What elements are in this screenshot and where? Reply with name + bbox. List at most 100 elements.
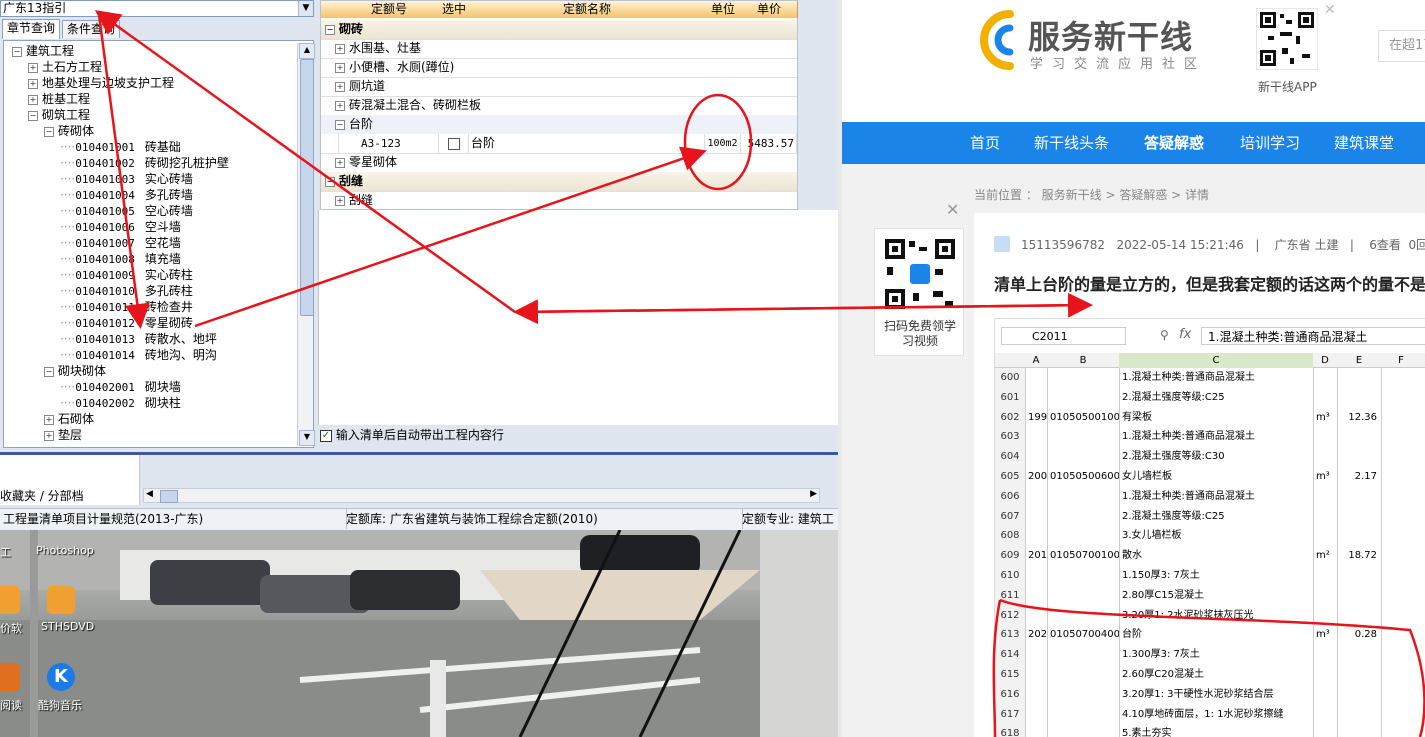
quota-group-row[interactable]: + 小便槽、水厕(蹲位) xyxy=(321,58,797,78)
tree-item[interactable]: − 砌块砌体 xyxy=(44,363,106,379)
grid-header-code[interactable]: 定额号 xyxy=(339,1,440,18)
collapse-icon[interactable]: − xyxy=(28,110,38,121)
quota-group-row[interactable]: − 台阶 xyxy=(321,115,797,135)
nav-training[interactable]: 培训学习 xyxy=(1240,122,1300,164)
tree-item[interactable]: ····010401003 实心砖墙 xyxy=(60,171,193,187)
collapse-icon[interactable]: − xyxy=(325,176,335,187)
expand-icon[interactable]: + xyxy=(335,81,345,92)
tree-item[interactable]: ····010401004 多孔砖墙 xyxy=(60,187,193,203)
tree-item[interactable]: ····010402001 砌块墙 xyxy=(60,379,181,395)
quota-group-row[interactable]: + 砖混凝土混合、砖砌栏板 xyxy=(321,96,797,116)
bottom-tabs[interactable]: 收藏夹 / 分部档 xyxy=(0,488,84,504)
expand-icon[interactable]: + xyxy=(335,157,345,168)
scroll-down-icon[interactable]: ▼ xyxy=(299,430,315,446)
kugou-music-icon[interactable]: K xyxy=(47,663,75,691)
expand-icon[interactable]: + xyxy=(28,62,38,73)
expand-icon[interactable]: + xyxy=(28,78,38,89)
tree-item[interactable]: − 砌筑工程 xyxy=(28,107,90,123)
nav-classroom[interactable]: 建筑课堂 xyxy=(1334,122,1394,164)
quota-group-row[interactable]: + 零星砌体 xyxy=(321,153,797,173)
chevron-down-icon[interactable]: ▼ xyxy=(298,1,313,16)
scroll-thumb[interactable] xyxy=(300,59,314,316)
sheet-cell-e xyxy=(1337,566,1381,586)
sheet-cell-c: 3.女儿墙栏板 xyxy=(1119,526,1313,547)
app-icon[interactable] xyxy=(0,586,20,614)
collapse-icon[interactable]: − xyxy=(335,119,345,130)
nav-home[interactable]: 首页 xyxy=(970,122,1000,164)
tree-item[interactable]: ····010401009 实心砖柱 xyxy=(60,267,193,283)
tree-connector: ···· xyxy=(60,316,76,330)
tree-item[interactable]: + 桩基工程 xyxy=(28,91,90,107)
close-qr-icon[interactable]: ✕ xyxy=(946,200,959,219)
grid-header-name[interactable]: 定额名称 xyxy=(469,1,706,18)
expand-icon[interactable]: + xyxy=(335,43,345,54)
reader-icon[interactable] xyxy=(0,663,20,691)
quota-checkbox[interactable] xyxy=(447,137,460,150)
scroll-right-icon[interactable]: ▶ xyxy=(810,489,817,499)
hscroll-thumb[interactable] xyxy=(160,490,178,503)
sheet-cell-d: m³ xyxy=(1313,407,1337,428)
auto-fill-option[interactable]: ✓ 输入清单后自动带出工程内容行 xyxy=(320,426,504,444)
sheet-cell-b: 010507004001 xyxy=(1047,625,1119,646)
quota-group-row[interactable]: + 水围基、灶基 xyxy=(321,39,797,59)
quota-group-row[interactable]: + 厕坑道 xyxy=(321,77,797,97)
tree-item[interactable]: − 建筑工程 xyxy=(12,43,74,59)
horizontal-scrollbar[interactable]: ◀ ▶ xyxy=(143,488,820,503)
tree-item[interactable]: ····010401008 填充墙 xyxy=(60,251,181,267)
nav-headlines[interactable]: 新干线头条 xyxy=(1034,122,1109,164)
tree-item[interactable]: + 石砌体 xyxy=(44,411,94,427)
scroll-up-icon[interactable]: ▲ xyxy=(299,43,315,59)
tree-item[interactable]: ····010401013 砖散水、地坪 xyxy=(60,331,217,347)
checkmark-icon[interactable]: ✓ xyxy=(320,429,332,442)
quota-group-row[interactable]: − 刮缝 xyxy=(321,172,797,192)
grid-header-unit[interactable]: 单位 xyxy=(705,1,742,18)
tree-item[interactable]: − 砖砌体 xyxy=(44,123,94,139)
expand-icon[interactable]: + xyxy=(335,100,345,111)
grid-header-price[interactable]: 单价 xyxy=(741,1,798,18)
sheet-cell-a xyxy=(1025,665,1047,685)
site-logo-icon[interactable] xyxy=(970,8,1022,72)
tree-item[interactable]: ····010402002 砌块柱 xyxy=(60,395,181,411)
collapse-icon[interactable]: − xyxy=(12,46,22,57)
sthsdvd-icon[interactable] xyxy=(47,586,75,614)
tree-item[interactable]: ····010401011 砖检查井 xyxy=(60,299,193,315)
expand-icon[interactable]: + xyxy=(335,62,345,73)
post-title: 清单上台阶的量是立方的，但是我套定额的话这两个的量不是 xyxy=(994,275,1425,294)
collapse-icon[interactable]: − xyxy=(44,126,54,137)
tab-chapter-query[interactable]: 章节查询 xyxy=(2,19,61,39)
tree-item[interactable]: ····010401001 砖基础 xyxy=(60,139,181,155)
expand-icon[interactable]: + xyxy=(28,94,38,105)
tree-item-label: 砌筑工程 xyxy=(42,108,91,122)
quota-row[interactable]: A3-123 台阶 100m2 5483.57 xyxy=(321,134,797,154)
scroll-left-icon[interactable]: ◀ xyxy=(146,489,153,499)
tree-item[interactable]: ····010401006 空斗墙 xyxy=(60,219,181,235)
tree-item[interactable]: + 土石方工程 xyxy=(28,59,102,75)
tree-item[interactable]: ····010401005 空心砖墙 xyxy=(60,203,193,219)
desktop-icon-photoshop[interactable]: Photoshop xyxy=(36,544,94,557)
guide-select[interactable]: 广东13指引 ▼ xyxy=(0,0,314,17)
tree-item[interactable]: + 垫层 xyxy=(44,427,82,443)
avatar-icon[interactable] xyxy=(994,236,1010,252)
tree-item[interactable]: ····010401014 砖地沟、明沟 xyxy=(60,347,217,363)
tree-item[interactable]: ····010401002 砖砌挖孔桩护壁 xyxy=(60,155,229,171)
tree-scrollbar[interactable]: ▲ ▼ xyxy=(297,43,315,446)
tab-condition-query[interactable]: 条件查询 xyxy=(62,20,121,38)
close-icon[interactable]: ✕ xyxy=(1324,2,1336,18)
collapse-icon[interactable]: − xyxy=(44,366,54,377)
row-number: 606 xyxy=(995,486,1025,507)
nav-qa[interactable]: 答疑解惑 xyxy=(1144,122,1204,164)
post-user[interactable]: 15113596782 xyxy=(1021,238,1105,252)
grid-header-select[interactable]: 选中 xyxy=(439,1,470,18)
tree-item[interactable]: ····010401007 空花墙 xyxy=(60,235,181,251)
collapse-icon[interactable]: − xyxy=(325,24,335,35)
expand-icon[interactable]: + xyxy=(335,195,345,206)
expand-icon[interactable]: + xyxy=(44,414,54,425)
tree-item[interactable]: ····010401012 零星砌砖 xyxy=(60,315,193,331)
quota-group-row[interactable]: + 刮缝 xyxy=(321,191,797,211)
tree-item-label: 实心砖柱 xyxy=(144,268,193,282)
tree-item[interactable]: ····010401010 多孔砖柱 xyxy=(60,283,193,299)
expand-icon[interactable]: + xyxy=(44,430,54,441)
search-input[interactable]: 在超17 xyxy=(1378,30,1425,62)
tree-item[interactable]: + 地基处理与边坡支护工程 xyxy=(28,75,174,91)
quota-group-row[interactable]: − 砌砖 xyxy=(321,20,797,40)
